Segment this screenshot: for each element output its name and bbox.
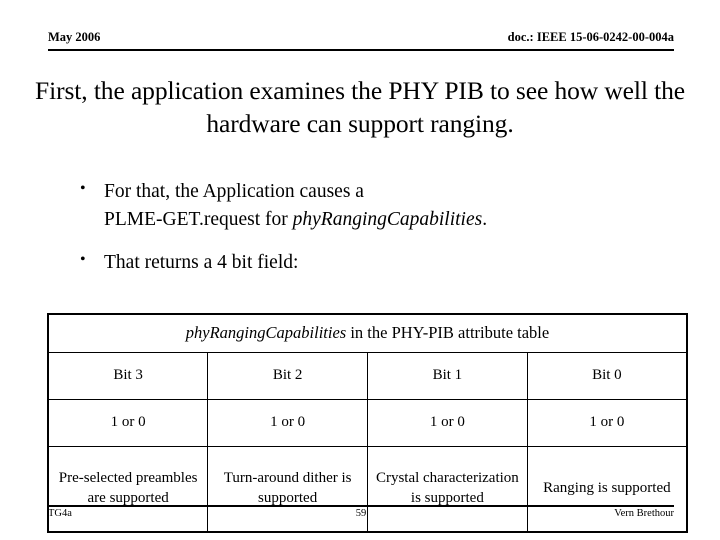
bit-value-cell-0: 1 or 0 xyxy=(526,398,688,447)
bit-value-cell-2: 1 or 0 xyxy=(207,398,368,447)
bullet-1-attribute-name: phyRangingCapabilities xyxy=(292,208,483,230)
header-rule xyxy=(48,49,674,51)
bit-label-cell-3: Bit 3 xyxy=(47,351,209,400)
bullet-list: • For that, the Application causes a PLM… xyxy=(78,178,678,293)
bullet-1-plain-prefix: PLME-GET.request for xyxy=(104,208,293,230)
header-doc-id: doc.: IEEE 15-06-0242-00-004a xyxy=(507,30,674,44)
header-date: May 2006 xyxy=(48,30,101,44)
footer-rule xyxy=(48,505,674,507)
table-row: 1 or 0 1 or 0 1 or 0 1 or 0 xyxy=(47,398,688,447)
slide: May 2006 doc.: IEEE 15-06-0242-00-004a F… xyxy=(0,0,720,540)
bit-value-cell-3: 1 or 0 xyxy=(47,398,209,447)
bullet-marker-icon: • xyxy=(80,251,86,269)
bullet-item-2: • That returns a 4 bit field: xyxy=(78,249,678,277)
page-title: First, the application examines the PHY … xyxy=(26,74,694,140)
table-row: Bit 3 Bit 2 Bit 1 Bit 0 xyxy=(47,351,688,400)
table-caption-attribute-name: phyRangingCapabilities xyxy=(185,323,347,342)
bullet-marker-icon: • xyxy=(80,180,86,197)
table-caption-row: phyRangingCapabilities in the PHY-PIB at… xyxy=(47,313,688,353)
bullet-1-line-1: For that, the Application causes a xyxy=(104,181,364,202)
footer-author-name: Vern Brethour xyxy=(614,508,674,519)
footer-page-number: 59 xyxy=(355,508,367,519)
table-caption-text: in the PHY-PIB attribute table xyxy=(346,323,550,342)
bit-value-cell-1: 1 or 0 xyxy=(367,398,528,447)
bullet-2-text: That returns a 4 bit field: xyxy=(104,252,299,274)
bit-label-cell-2: Bit 2 xyxy=(207,351,368,400)
bullet-item-1: • For that, the Application causes a PLM… xyxy=(78,178,678,233)
bit-label-cell-0: Bit 0 xyxy=(526,351,688,400)
table-caption-cell: phyRangingCapabilities in the PHY-PIB at… xyxy=(47,313,688,353)
slide-header: May 2006 doc.: IEEE 15-06-0242-00-004a xyxy=(48,30,674,52)
title-line-1: First, the application examines the PHY … xyxy=(35,76,549,105)
bullet-1-period: . xyxy=(482,208,488,230)
bullet-1-line-2: PLME-GET.request for phyRangingCapabilit… xyxy=(104,206,678,234)
slide-footer: TG4a 59 Vern Brethour xyxy=(48,505,674,527)
bit-label-cell-1: Bit 1 xyxy=(367,351,528,400)
phy-pib-attribute-table: phyRangingCapabilities in the PHY-PIB at… xyxy=(47,313,688,533)
